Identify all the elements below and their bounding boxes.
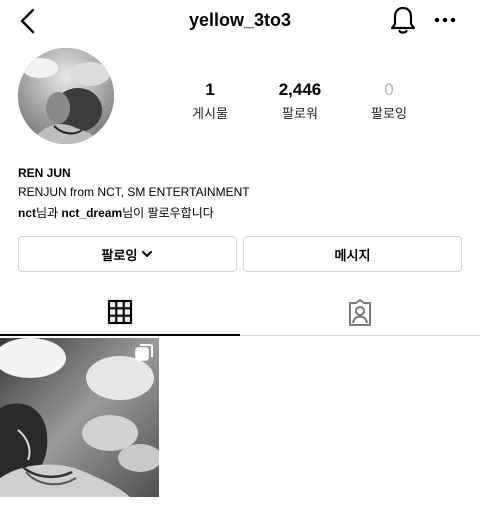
followed-by-text[interactable]: nct님과 nct_dream님이 팔로우합니다 (18, 204, 214, 221)
following-button[interactable]: 팔로잉 (18, 236, 237, 272)
followed-by-connector-1: 님과 (36, 206, 62, 220)
followed-by-connector-2: 님이 팔로우합니다 (122, 206, 214, 220)
more-options-button[interactable] (430, 8, 460, 32)
following-count: 0 (384, 80, 394, 99)
tab-tagged[interactable] (240, 290, 480, 336)
profile-name: REN JUN (18, 166, 71, 180)
profile-bio: RENJUN from NCT, SM ENTERTAINMENT (18, 185, 250, 199)
chevron-down-icon (142, 250, 153, 257)
profile-tabs (0, 290, 480, 336)
following-button-label: 팔로잉 (101, 247, 138, 263)
message-button[interactable]: 메시지 (243, 236, 462, 272)
message-button-label: 메시지 (334, 247, 371, 263)
followed-by-user-1[interactable]: nct (18, 206, 36, 220)
notifications-button[interactable] (388, 4, 418, 36)
avatar-photo (18, 48, 114, 144)
tagged-person-icon (349, 298, 371, 326)
profile-avatar[interactable] (18, 48, 114, 144)
bell-icon (390, 6, 416, 34)
stat-posts[interactable]: 1 게시물 (165, 80, 255, 122)
top-bar: yellow_3to3 (0, 0, 480, 44)
following-label: 팔로잉 (371, 106, 407, 121)
stat-followers[interactable]: 2,446 팔로워 (255, 80, 345, 122)
post-thumbnail[interactable] (0, 338, 159, 497)
multiple-posts-indicator (135, 344, 153, 367)
more-horizontal-icon (434, 17, 456, 23)
followed-by-user-2[interactable]: nct_dream (61, 206, 122, 220)
posts-label: 게시물 (192, 106, 228, 121)
followers-count: 2,446 (278, 80, 322, 99)
stat-following[interactable]: 0 팔로잉 (344, 80, 434, 122)
followers-label: 팔로워 (282, 106, 318, 121)
tab-posts-grid[interactable] (0, 290, 240, 336)
posts-count: 1 (205, 80, 215, 99)
multiple-posts-icon (135, 344, 153, 361)
grid-icon (107, 299, 133, 325)
